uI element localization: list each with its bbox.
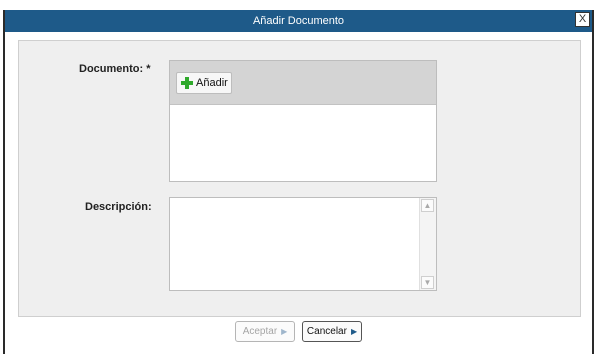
add-document-dialog: Añadir Documento X Documento: * Añadir D… — [3, 10, 594, 354]
cancel-button[interactable]: Cancelar ▶ — [302, 321, 362, 342]
add-document-button[interactable]: Añadir — [176, 72, 232, 94]
document-label: Documento: * — [79, 63, 151, 75]
chevron-right-icon: ▶ — [281, 327, 288, 336]
accept-button[interactable]: Aceptar ▶ — [235, 321, 295, 342]
close-icon: X — [578, 13, 587, 25]
dialog-titlebar: Añadir Documento X — [5, 10, 592, 32]
accept-button-label: Aceptar — [242, 326, 278, 337]
chevron-right-icon: ▶ — [350, 327, 358, 336]
scroll-down-arrow-icon[interactable]: ▼ — [421, 276, 434, 289]
description-label: Descripción: — [85, 201, 152, 213]
document-upload-area: Añadir — [169, 60, 437, 182]
form-panel: Documento: * Añadir Descripción: ▲ ▼ — [18, 40, 581, 317]
scroll-up-arrow-icon[interactable]: ▲ — [421, 199, 434, 212]
close-button[interactable]: X — [575, 12, 590, 27]
add-button-label: Añadir — [196, 77, 228, 89]
description-textarea[interactable] — [170, 198, 420, 290]
description-field: ▲ ▼ — [169, 197, 437, 291]
dialog-title: Añadir Documento — [252, 15, 345, 27]
description-scrollbar[interactable]: ▲ ▼ — [419, 198, 436, 290]
plus-icon — [181, 77, 193, 89]
document-toolbar: Añadir — [170, 61, 436, 105]
cancel-button-label: Cancelar — [306, 326, 347, 337]
